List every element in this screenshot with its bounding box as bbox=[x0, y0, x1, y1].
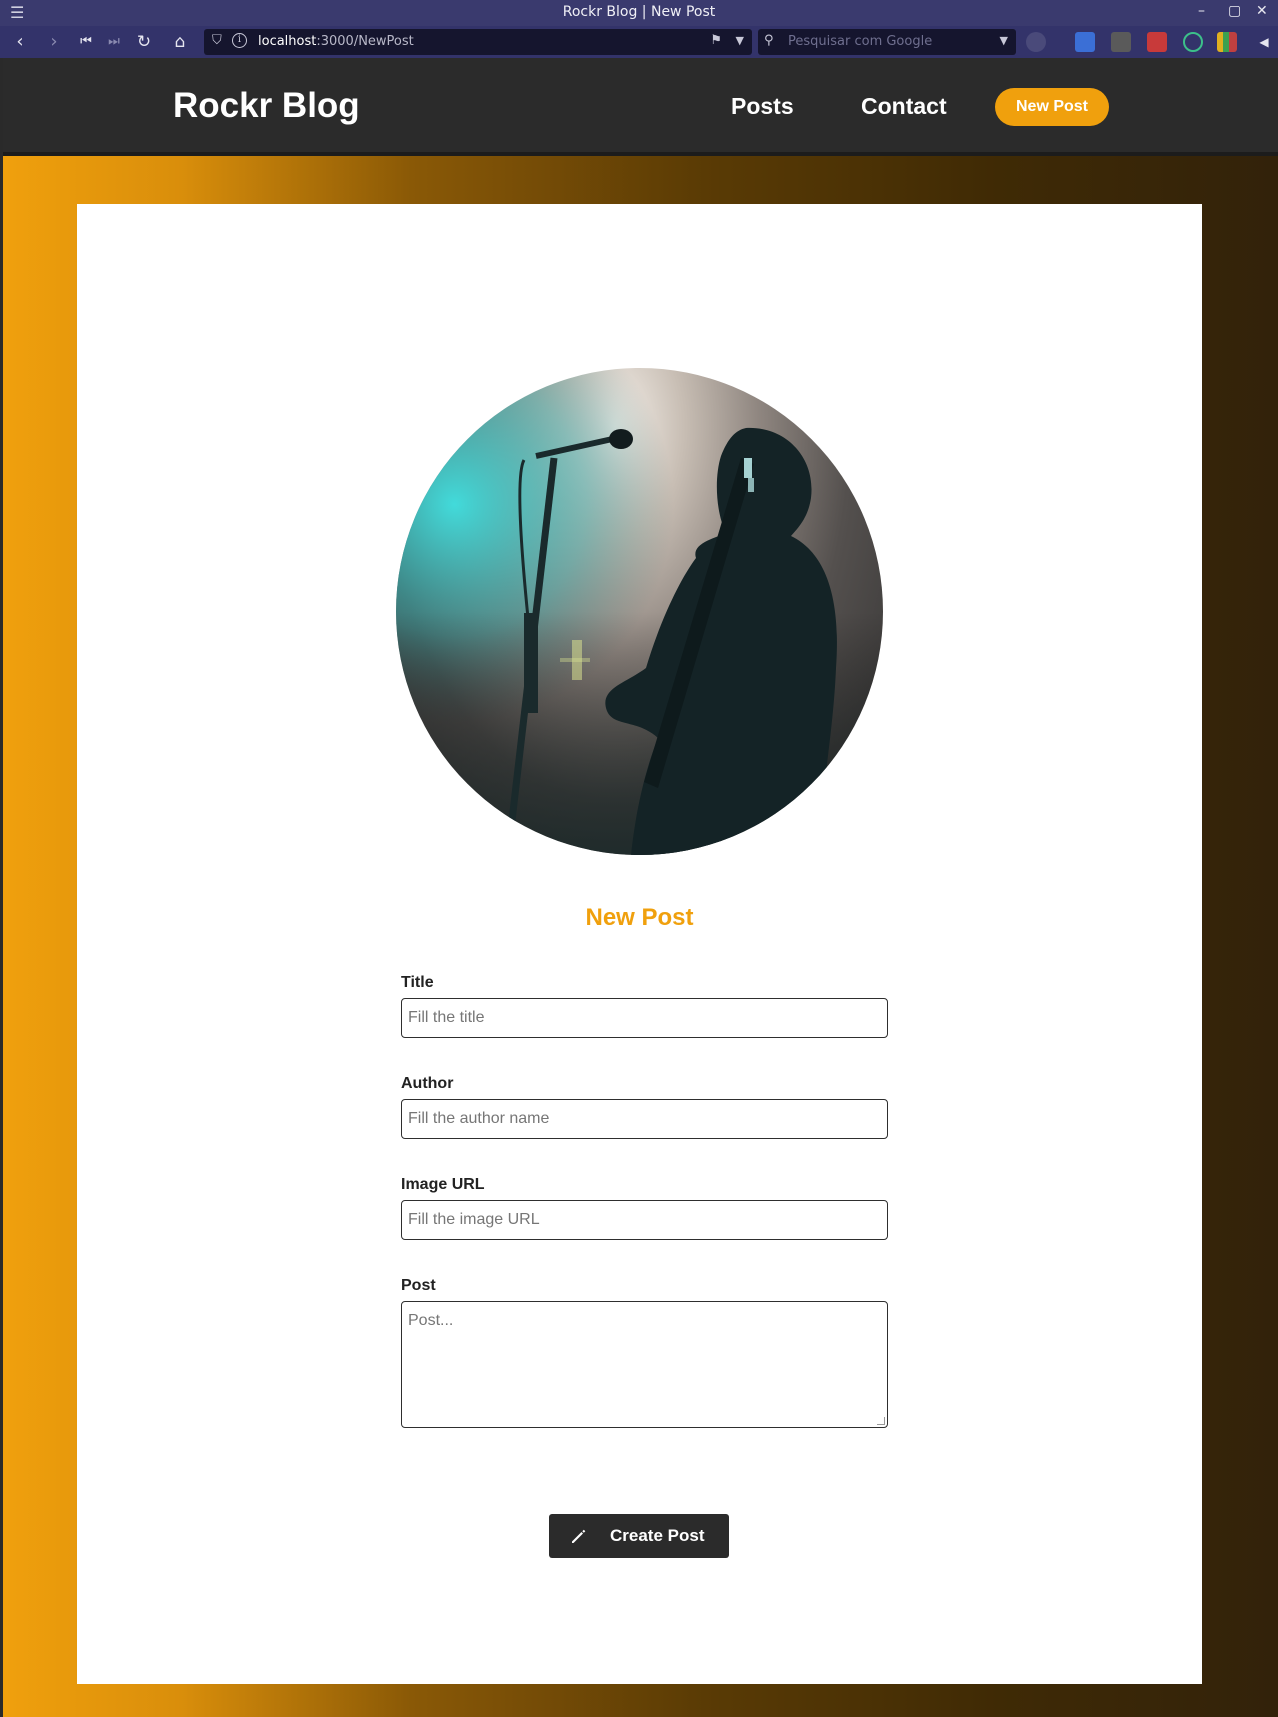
image-url-label: Image URL bbox=[401, 1176, 485, 1193]
new-post-card: New Post Title Fill the title Author Fil… bbox=[77, 204, 1202, 1684]
overflow-icon[interactable]: ◀ bbox=[1252, 30, 1276, 54]
post-placeholder: Post... bbox=[408, 1312, 454, 1329]
chevron-down-icon[interactable]: ▼ bbox=[1000, 34, 1008, 47]
check-extension-icon[interactable] bbox=[1183, 32, 1203, 52]
maximize-icon[interactable]: ▢ bbox=[1228, 3, 1241, 19]
minimize-icon[interactable]: – bbox=[1198, 3, 1205, 19]
url-bar[interactable]: ⛉ i localhost:3000/NewPost ⚑ ▼ bbox=[204, 29, 752, 55]
reload-icon[interactable]: ↻ bbox=[132, 30, 156, 54]
resize-handle[interactable] bbox=[877, 1417, 885, 1425]
author-placeholder: Fill the author name bbox=[408, 1110, 550, 1127]
title-placeholder: Fill the title bbox=[408, 1009, 485, 1026]
extension-icon[interactable] bbox=[1147, 32, 1167, 52]
browser-titlebar: ☰ Rockr Blog | New Post – ▢ ✕ bbox=[0, 0, 1278, 26]
search-bar[interactable]: ⚲ Pesquisar com Google ▼ bbox=[758, 29, 1016, 55]
translate-extension-icon[interactable] bbox=[1075, 32, 1095, 52]
title-label: Title bbox=[401, 974, 434, 991]
author-field[interactable]: Fill the author name bbox=[401, 1099, 888, 1139]
info-icon[interactable]: i bbox=[232, 33, 247, 48]
create-post-button[interactable]: Create Post bbox=[549, 1514, 729, 1558]
library-extension-icon[interactable] bbox=[1217, 32, 1237, 52]
browser-toolbar: ‹ › ⏮ ⏭ ↻ ⌂ ⛉ i localhost:3000/NewPost ⚑… bbox=[0, 26, 1278, 58]
post-label: Post bbox=[401, 1277, 436, 1294]
first-icon[interactable]: ⏮ bbox=[74, 30, 98, 54]
last-icon[interactable]: ⏭ bbox=[102, 30, 126, 54]
shield-icon[interactable]: ⛉ bbox=[212, 33, 222, 48]
chevron-down-icon[interactable]: ▼ bbox=[736, 34, 744, 47]
home-icon[interactable]: ⌂ bbox=[168, 30, 192, 54]
search-icon: ⚲ bbox=[764, 33, 774, 48]
image-url-placeholder: Fill the image URL bbox=[408, 1211, 540, 1228]
back-icon[interactable]: ‹ bbox=[8, 30, 32, 54]
title-field[interactable]: Fill the title bbox=[401, 998, 888, 1038]
site-header: Rockr Blog Posts Contact New Post bbox=[3, 58, 1278, 156]
post-textarea[interactable]: Post... bbox=[401, 1301, 888, 1428]
nav-contact-link[interactable]: Contact bbox=[861, 93, 947, 120]
bookmark-icon[interactable]: ⚑ bbox=[710, 33, 722, 48]
site-logo[interactable]: Rockr Blog bbox=[173, 86, 360, 126]
hero-image bbox=[396, 368, 883, 855]
search-placeholder: Pesquisar com Google bbox=[788, 34, 933, 49]
url-text[interactable]: localhost:3000/NewPost bbox=[258, 34, 414, 49]
new-post-button[interactable]: New Post bbox=[995, 88, 1109, 126]
nav-posts-link[interactable]: Posts bbox=[731, 93, 794, 120]
create-post-label: Create Post bbox=[610, 1526, 705, 1545]
close-icon[interactable]: ✕ bbox=[1256, 3, 1268, 19]
window-title: Rockr Blog | New Post bbox=[562, 4, 716, 20]
extension-icon[interactable] bbox=[1111, 32, 1131, 52]
author-label: Author bbox=[401, 1075, 454, 1092]
profile-avatar[interactable] bbox=[1026, 32, 1046, 52]
forward-icon[interactable]: › bbox=[42, 30, 66, 54]
image-url-field[interactable]: Fill the image URL bbox=[401, 1200, 888, 1240]
form-title: New Post bbox=[585, 904, 694, 931]
pencil-icon bbox=[572, 1529, 586, 1543]
